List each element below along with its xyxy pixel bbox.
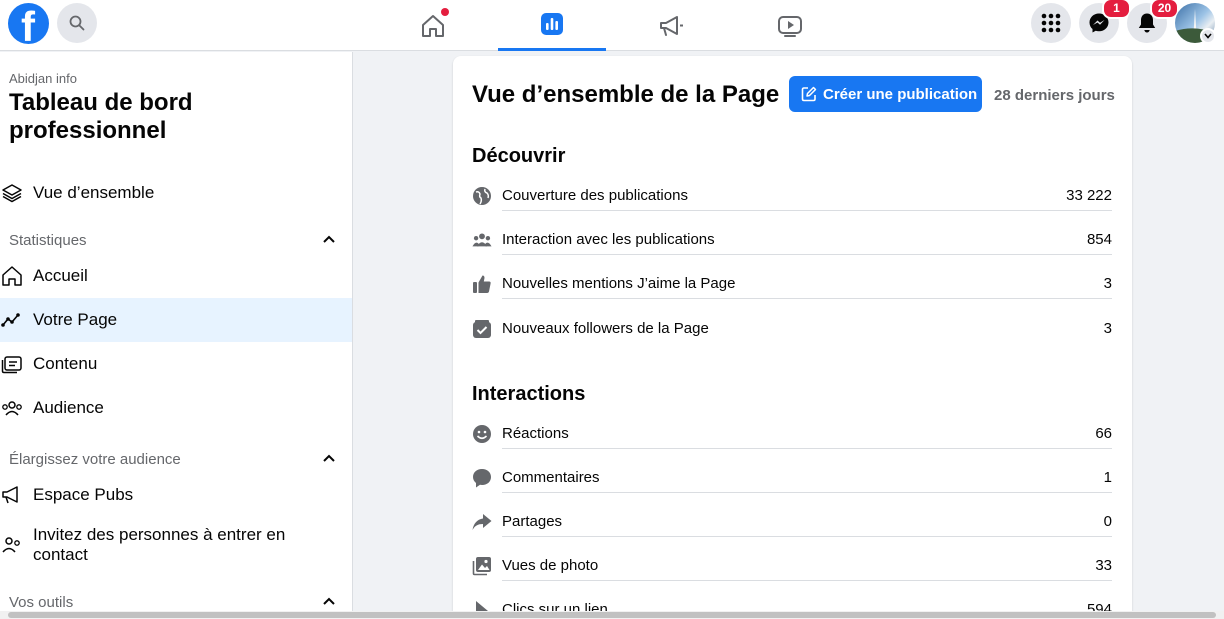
search-button[interactable]	[57, 3, 97, 43]
metric-row-engagement[interactable]: Interaction avec les publications 854	[472, 230, 1112, 256]
metric-row-reach[interactable]: Couverture des publications 33 222	[472, 186, 1112, 212]
chevron-up-icon[interactable]	[322, 234, 336, 244]
sidebar-item-audience[interactable]: Audience	[0, 386, 352, 430]
sidebar-item-invite[interactable]: Invitez des personnes à entrer en contac…	[0, 520, 352, 570]
sidebar-item-label: Votre Page	[33, 310, 118, 329]
account-menu-button[interactable]	[1200, 28, 1216, 44]
metric-label: Commentaires	[502, 469, 600, 486]
megaphone-outline-icon	[0, 483, 24, 507]
metric-value: 33	[1095, 557, 1112, 574]
section-interactions: Interactions	[472, 383, 586, 405]
page-title: Vue d’ensemble de la Page	[472, 81, 780, 108]
sidebar-item-label: Espace Pubs	[33, 485, 134, 504]
people-icon	[0, 396, 24, 420]
logo-letter: f	[21, 3, 35, 50]
video-icon	[778, 15, 802, 37]
sidebar: Abidjan info Tableau de bord professionn…	[0, 52, 353, 619]
layers-icon	[0, 181, 24, 205]
section-tools: Vos outils	[9, 594, 74, 611]
home-icon	[422, 14, 444, 37]
chevron-up-icon[interactable]	[322, 596, 336, 606]
globe-icon	[472, 186, 492, 206]
tab-professional-dashboard[interactable]	[498, 0, 606, 51]
divider	[502, 580, 1112, 581]
metric-row-photo-views[interactable]: Vues de photo 33	[472, 556, 1112, 582]
megaphone-icon	[660, 15, 683, 36]
notifications-badge: 20	[1150, 0, 1179, 19]
menu-button[interactable]	[1031, 3, 1071, 43]
divider	[502, 536, 1112, 537]
metric-row-followers[interactable]: Nouveaux followers de la Page 3	[472, 319, 1112, 345]
divider	[502, 298, 1112, 299]
thumbs-up-icon	[472, 274, 492, 294]
metric-label: Vues de photo	[502, 557, 599, 574]
messenger-badge: 1	[1102, 0, 1131, 19]
sidebar-item-label: Invitez des personnes à entrer en contac…	[33, 525, 286, 564]
metric-label: Partages	[502, 513, 563, 530]
follow-check-icon	[472, 319, 492, 339]
chevron-down-icon	[1204, 33, 1212, 39]
date-range-selector[interactable]: 28 derniers jours	[994, 87, 1115, 104]
divider	[502, 254, 1112, 255]
metric-label: Nouvelles mentions J’aime la Page	[502, 275, 736, 292]
metric-label: Interaction avec les publications	[502, 231, 715, 248]
tab-home[interactable]	[379, 0, 487, 51]
tab-watch[interactable]	[736, 0, 844, 51]
metric-value: 3	[1103, 275, 1112, 292]
divider	[502, 448, 1112, 449]
section-statistics: Statistiques	[9, 232, 87, 249]
metric-value: 66	[1095, 425, 1112, 442]
grid-menu-icon	[1041, 13, 1061, 33]
metric-row-page-likes[interactable]: Nouvelles mentions J’aime la Page 3	[472, 274, 1112, 300]
divider	[502, 492, 1112, 493]
metric-label: Couverture des publications	[502, 187, 688, 204]
metric-row-reactions[interactable]: Réactions 66	[472, 424, 1112, 450]
invite-people-icon	[0, 533, 24, 557]
divider	[502, 210, 1112, 211]
group-icon	[472, 230, 492, 250]
page-overview-card: Vue d’ensemble de la Page Créer une publ…	[453, 56, 1132, 619]
line-chart-icon	[0, 308, 24, 332]
section-discover: Découvrir	[472, 145, 566, 167]
share-arrow-icon	[472, 512, 492, 532]
section-grow-audience: Élargissez votre audience	[9, 451, 181, 468]
horizontal-scrollbar[interactable]	[0, 611, 1224, 619]
comment-icon	[472, 468, 492, 488]
metric-value: 1	[1103, 469, 1112, 486]
sidebar-title: Tableau de bord professionnel	[9, 89, 193, 144]
metric-value: 854	[1086, 231, 1112, 248]
metric-label: Réactions	[502, 425, 569, 442]
metric-value: 33 222	[1066, 187, 1112, 204]
smiley-icon	[472, 424, 492, 444]
edit-icon	[801, 86, 817, 102]
sidebar-item-ads[interactable]: Espace Pubs	[0, 473, 352, 517]
sidebar-item-label: Accueil	[33, 266, 88, 285]
facebook-logo[interactable]: f	[8, 3, 49, 50]
page-name: Abidjan info	[9, 71, 77, 86]
sidebar-item-label: Audience	[33, 398, 104, 417]
create-post-button[interactable]: Créer une publication	[789, 76, 982, 112]
create-post-label: Créer une publication	[823, 85, 978, 103]
search-icon	[69, 15, 85, 31]
metric-row-shares[interactable]: Partages 0	[472, 512, 1112, 538]
photos-icon	[472, 556, 492, 576]
tab-ads[interactable]	[617, 0, 725, 51]
home-notification-dot	[441, 8, 449, 16]
chevron-up-icon[interactable]	[322, 453, 336, 463]
home-outline-icon	[0, 264, 24, 288]
insights-icon	[541, 13, 563, 35]
top-navigation-bar: f 1 20	[0, 0, 1224, 51]
metric-row-comments[interactable]: Commentaires 1	[472, 468, 1112, 494]
sidebar-item-your-page[interactable]: Votre Page	[0, 298, 352, 342]
sidebar-item-home[interactable]: Accueil	[0, 254, 352, 298]
sidebar-item-overview[interactable]: Vue d’ensemble	[0, 171, 352, 215]
metric-value: 3	[1103, 320, 1112, 337]
metric-value: 0	[1103, 513, 1112, 530]
sidebar-item-label: Vue d’ensemble	[33, 183, 155, 202]
sidebar-item-content[interactable]: Contenu	[0, 342, 352, 386]
content-icon	[0, 352, 24, 376]
sidebar-item-label: Contenu	[33, 354, 98, 373]
scrollbar-thumb[interactable]	[8, 612, 1216, 618]
metric-label: Nouveaux followers de la Page	[502, 320, 709, 337]
